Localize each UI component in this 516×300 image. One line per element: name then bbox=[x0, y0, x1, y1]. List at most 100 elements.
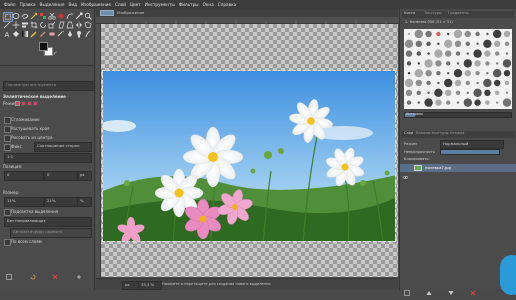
brush-preset[interactable] bbox=[425, 70, 432, 77]
brush-grid[interactable] bbox=[404, 29, 512, 109]
lower-layer-icon[interactable] bbox=[448, 281, 454, 295]
brush-preset[interactable] bbox=[463, 59, 472, 68]
crop-tool-icon[interactable] bbox=[30, 21, 38, 29]
brush-preset[interactable] bbox=[485, 61, 490, 66]
brush-preset[interactable] bbox=[476, 42, 479, 45]
menu-tools[interactable]: Инструменты bbox=[145, 2, 175, 7]
layer-mode-select[interactable]: Нормальный bbox=[440, 140, 504, 149]
tab-patterns[interactable]: Текстуры bbox=[424, 11, 442, 15]
brush-preset[interactable] bbox=[407, 32, 411, 36]
opacity-slider[interactable] bbox=[440, 149, 500, 155]
brush-preset[interactable] bbox=[404, 78, 414, 88]
brush-preset[interactable] bbox=[444, 78, 453, 88]
brush-preset[interactable] bbox=[416, 90, 421, 95]
brush-preset[interactable] bbox=[493, 69, 502, 78]
fixed-checkbox[interactable] bbox=[4, 144, 11, 151]
brush-preset[interactable] bbox=[483, 78, 492, 88]
mode-intersect-button[interactable] bbox=[33, 101, 38, 106]
brush-preset[interactable] bbox=[405, 89, 413, 96]
brush-preset[interactable] bbox=[434, 49, 443, 58]
new-layer-icon[interactable] bbox=[404, 281, 410, 296]
brush-preset[interactable] bbox=[426, 80, 431, 86]
ellipse-select-tool-icon[interactable] bbox=[12, 12, 20, 20]
highlight-checkbox[interactable] bbox=[4, 209, 11, 216]
menu-file[interactable]: Файл bbox=[4, 2, 16, 7]
feather-checkbox[interactable] bbox=[4, 126, 11, 133]
brush-preset[interactable] bbox=[495, 51, 500, 56]
position-unit-select[interactable]: px bbox=[77, 171, 92, 181]
cage-tool-icon[interactable] bbox=[84, 21, 92, 29]
menu-help[interactable]: Справка bbox=[218, 2, 236, 7]
brush-preset[interactable] bbox=[502, 59, 512, 68]
tab-brushes[interactable]: Кисти bbox=[404, 11, 415, 15]
tab-undo[interactable]: Отмена bbox=[450, 131, 464, 135]
brush-preset[interactable] bbox=[486, 32, 489, 36]
image-thumbnail-tab[interactable] bbox=[100, 10, 114, 16]
paths-tool-icon[interactable] bbox=[66, 12, 74, 20]
eraser-tool-icon[interactable] bbox=[48, 30, 56, 38]
brush-preset[interactable] bbox=[424, 98, 433, 107]
brush-preset[interactable] bbox=[426, 41, 431, 46]
color-select-tool-icon[interactable] bbox=[39, 12, 47, 20]
guides-select[interactable]: Без направляющих bbox=[4, 217, 92, 227]
layer-row-selected[interactable]: полевка7.jpg bbox=[400, 164, 516, 180]
brush-preset[interactable] bbox=[414, 69, 423, 78]
brush-preset[interactable] bbox=[406, 61, 412, 66]
brush-preset[interactable] bbox=[466, 52, 469, 55]
foreground-color-swatch[interactable] bbox=[39, 42, 48, 51]
brush-preset[interactable] bbox=[494, 40, 501, 47]
brush-preset[interactable] bbox=[404, 39, 414, 48]
move-tool-icon[interactable] bbox=[12, 21, 20, 29]
brush-preset[interactable] bbox=[456, 62, 460, 65]
brush-preset[interactable] bbox=[463, 98, 472, 107]
brush-preset[interactable] bbox=[473, 49, 482, 58]
tab-paths[interactable]: Контуры bbox=[432, 131, 448, 135]
spacing-slider[interactable]: Интервал bbox=[404, 112, 512, 118]
brush-preset[interactable] bbox=[454, 40, 462, 47]
brush-preset[interactable] bbox=[495, 90, 500, 95]
brush-preset[interactable] bbox=[474, 99, 481, 106]
brush-preset[interactable] bbox=[496, 101, 499, 104]
menu-view[interactable]: Вид bbox=[68, 2, 77, 7]
rotate-tool-icon[interactable] bbox=[39, 21, 47, 29]
brush-preset[interactable] bbox=[436, 31, 441, 37]
brush-preset[interactable] bbox=[427, 52, 430, 55]
brush-preset[interactable] bbox=[415, 79, 422, 87]
brush-preset[interactable] bbox=[407, 72, 411, 75]
tab-channels[interactable]: Каналы bbox=[416, 131, 430, 135]
horizontal-ruler[interactable] bbox=[96, 17, 398, 24]
perspective-tool-icon[interactable] bbox=[66, 21, 74, 29]
clone-tool-icon[interactable] bbox=[75, 30, 83, 38]
brush-preset[interactable] bbox=[446, 61, 451, 66]
bucket-fill-tool-icon[interactable] bbox=[12, 30, 20, 38]
brush-preset[interactable] bbox=[504, 80, 510, 86]
layer-name[interactable]: полевка7.jpg bbox=[425, 165, 451, 170]
fixed-mode-select[interactable]: Соотношение сторон bbox=[34, 142, 92, 152]
scissors-tool-icon[interactable] bbox=[48, 12, 56, 20]
brush-preset[interactable] bbox=[475, 31, 480, 37]
brush-preset[interactable] bbox=[464, 30, 471, 38]
tab-gradients[interactable]: Градиенты bbox=[448, 11, 469, 15]
smudge-tool-icon[interactable] bbox=[84, 30, 92, 38]
brush-preset[interactable] bbox=[473, 88, 482, 97]
airbrush-tool-icon[interactable] bbox=[57, 30, 65, 38]
brush-preset[interactable] bbox=[406, 100, 412, 105]
position-y-input[interactable]: 0 bbox=[44, 171, 78, 181]
brush-preset[interactable] bbox=[414, 29, 423, 39]
brush-preset[interactable] bbox=[437, 81, 440, 85]
brush-preset[interactable] bbox=[447, 32, 450, 36]
ratio-input[interactable]: 1:1 bbox=[4, 153, 92, 163]
brush-preset[interactable] bbox=[435, 99, 442, 106]
brush-preset[interactable] bbox=[496, 62, 499, 65]
pencil-tool-icon[interactable] bbox=[30, 30, 38, 38]
menu-filters[interactable]: Фильтры bbox=[179, 2, 199, 7]
size-unit-select[interactable]: % bbox=[77, 197, 92, 207]
tool-options-search-input[interactable]: Параметры инструмента bbox=[3, 81, 95, 91]
brush-preset[interactable] bbox=[447, 72, 450, 75]
brush-preset[interactable] bbox=[417, 62, 420, 65]
brush-preset[interactable] bbox=[405, 50, 413, 57]
brush-preset[interactable] bbox=[504, 41, 510, 46]
brush-preset[interactable] bbox=[503, 70, 511, 77]
brush-preset[interactable] bbox=[455, 90, 461, 95]
brush-preset[interactable] bbox=[427, 91, 430, 94]
